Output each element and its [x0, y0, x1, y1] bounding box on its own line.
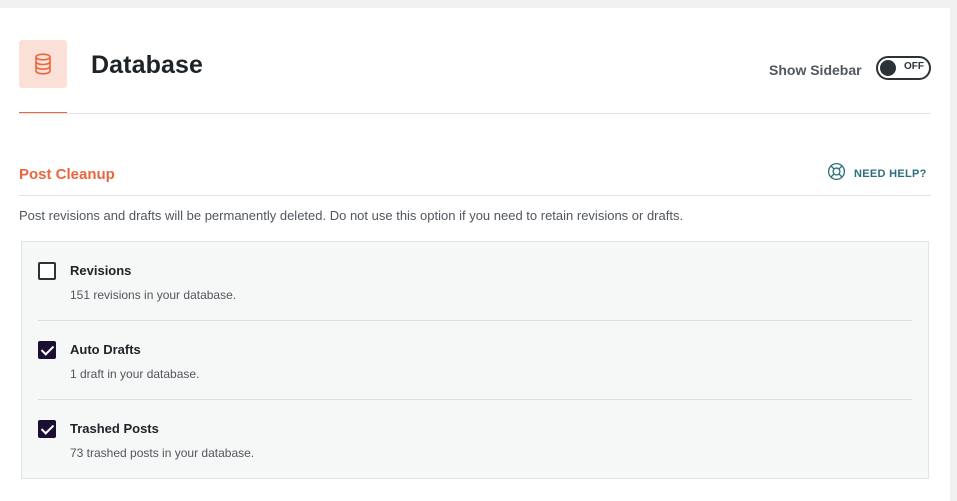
- option-description: 73 trashed posts in your database.: [70, 446, 255, 460]
- settings-panel: Database Show Sidebar OFF Post Cleanup N…: [0, 8, 950, 501]
- show-sidebar-label: Show Sidebar: [769, 62, 862, 78]
- toggle-state-label: OFF: [904, 61, 924, 72]
- option-description: 151 revisions in your database.: [70, 288, 237, 302]
- show-sidebar-toggle[interactable]: OFF: [876, 56, 931, 80]
- section-title: Post Cleanup: [19, 166, 115, 183]
- cleanup-options-list: Revisions 151 revisions in your database…: [21, 241, 929, 479]
- option-revisions: Revisions 151 revisions in your database…: [22, 242, 928, 321]
- option-description: 1 draft in your database.: [70, 367, 200, 381]
- page-header: Database Show Sidebar OFF: [19, 8, 931, 114]
- need-help-label: NEED HELP?: [854, 168, 927, 180]
- lifebuoy-icon: [827, 162, 846, 186]
- header-divider: [19, 113, 931, 114]
- need-help-link[interactable]: NEED HELP?: [827, 162, 927, 186]
- page-title: Database: [91, 51, 203, 79]
- auto-drafts-checkbox[interactable]: [38, 341, 56, 359]
- revisions-checkbox[interactable]: [38, 262, 56, 280]
- option-label: Revisions: [70, 263, 132, 278]
- section-divider: [19, 195, 931, 196]
- option-label: Auto Drafts: [70, 342, 141, 357]
- trashed-posts-checkbox[interactable]: [38, 420, 56, 438]
- database-icon: [19, 40, 67, 88]
- section-description: Post revisions and drafts will be perman…: [19, 208, 684, 223]
- option-trashed-posts: Trashed Posts 73 trashed posts in your d…: [22, 400, 928, 479]
- toggle-knob: [880, 60, 896, 76]
- option-label: Trashed Posts: [70, 421, 159, 436]
- option-auto-drafts: Auto Drafts 1 draft in your database.: [22, 321, 928, 400]
